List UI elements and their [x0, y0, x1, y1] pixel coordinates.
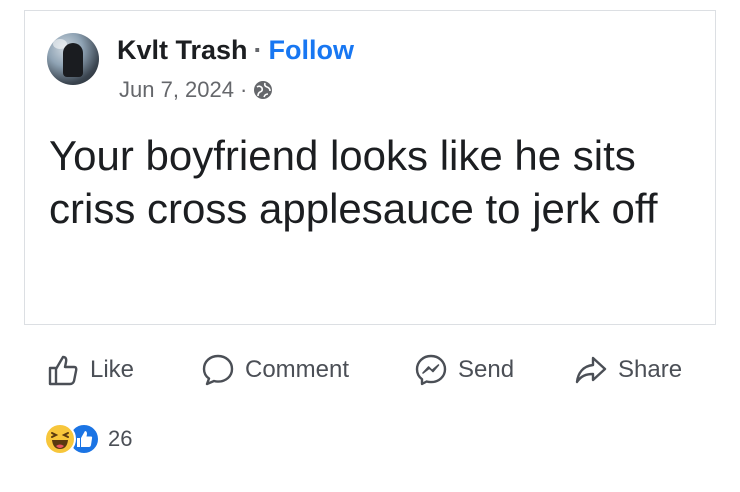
send-button[interactable]: Send [414, 350, 514, 390]
like-button[interactable]: Like [46, 350, 134, 390]
share-arrow-icon [574, 353, 608, 387]
post-header: Kvlt Trash · Follow [117, 33, 354, 67]
follow-button[interactable]: Follow [269, 33, 354, 67]
reaction-summary[interactable]: 26 [44, 422, 132, 456]
author-avatar[interactable] [47, 33, 99, 85]
header-separator: · [253, 35, 263, 65]
share-button[interactable]: Share [574, 350, 682, 390]
send-label: Send [458, 356, 515, 383]
reaction-count: 26 [108, 426, 133, 451]
like-label: Like [90, 356, 135, 383]
meta-separator: · [239, 77, 248, 102]
globe-icon [253, 80, 273, 100]
comment-bubble-icon [201, 353, 235, 387]
post-date[interactable]: Jun 7, 2024 [119, 77, 234, 103]
comment-button[interactable]: Comment [201, 350, 349, 390]
post-actions: Like Comment Send Share [46, 350, 706, 390]
share-label: Share [618, 356, 683, 383]
avatar-figure [63, 43, 83, 77]
haha-reaction-icon [44, 423, 76, 455]
comment-label: Comment [245, 356, 350, 383]
post-meta: Jun 7, 2024 · [119, 77, 273, 103]
messenger-icon [414, 353, 448, 387]
thumbs-up-icon [46, 353, 80, 387]
post-text: Your boyfriend looks like he sits criss … [49, 132, 658, 232]
post-card: Kvlt Trash · Follow Jun 7, 2024 · Your b… [24, 10, 716, 325]
author-name[interactable]: Kvlt Trash [117, 33, 248, 67]
